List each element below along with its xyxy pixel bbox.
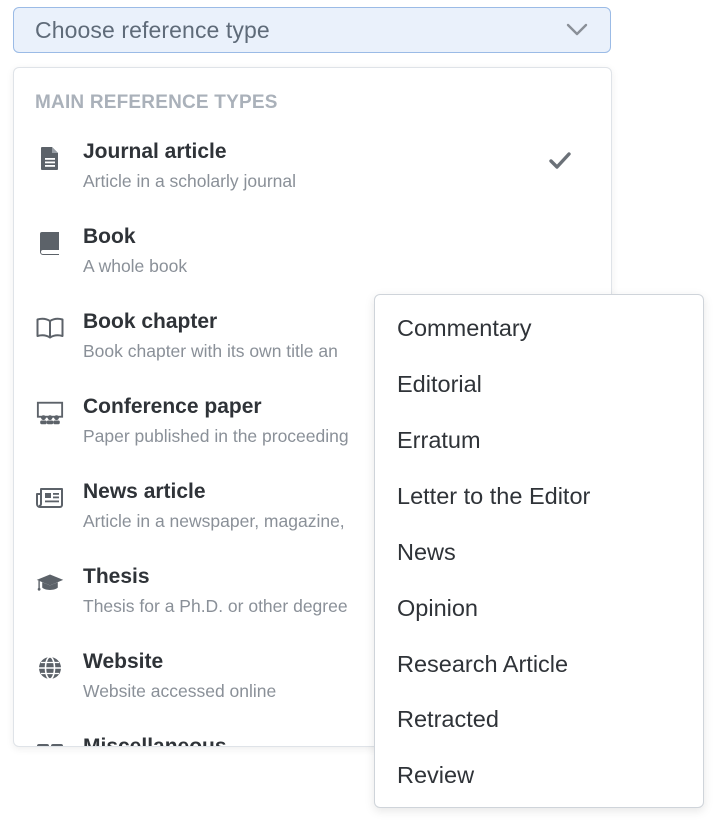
graduation-cap-icon	[36, 569, 64, 597]
ref-item-title: Thesis	[83, 565, 150, 588]
subtype-item-erratum[interactable]: Erratum	[397, 427, 481, 454]
ref-item-title: Conference paper	[83, 395, 262, 418]
ref-item-journal-article[interactable]: Journal article Article in a scholarly j…	[14, 138, 611, 223]
chevron-down-icon	[566, 19, 588, 41]
document-icon	[36, 144, 64, 172]
book-icon	[36, 229, 64, 257]
subtype-item-editorial[interactable]: Editorial	[397, 371, 482, 398]
misc-icon	[36, 739, 64, 746]
newspaper-icon	[36, 484, 64, 512]
reference-type-picker: Choose reference type MAIN REFERENCE TYP…	[0, 0, 725, 830]
ref-item-description: Article in a newspaper, magazine,	[83, 511, 345, 531]
subtype-item-commentary[interactable]: Commentary	[397, 315, 532, 342]
ref-item-description: Paper published in the proceeding	[83, 426, 349, 446]
group-header: MAIN REFERENCE TYPES	[35, 92, 278, 113]
subtype-item-research-article[interactable]: Research Article	[397, 651, 568, 678]
ref-item-title: Book chapter	[83, 310, 218, 333]
subtype-item-news[interactable]: News	[397, 539, 456, 566]
reference-type-select[interactable]: Choose reference type	[13, 7, 611, 53]
ref-item-description: Book chapter with its own title an	[83, 341, 338, 361]
ref-item-description: A whole book	[83, 256, 188, 276]
conference-icon	[36, 399, 64, 427]
subtype-item-opinion[interactable]: Opinion	[397, 595, 478, 622]
globe-icon	[36, 654, 64, 682]
ref-item-description: Article in a scholarly journal	[83, 171, 297, 191]
subtype-item-review[interactable]: Review	[397, 762, 474, 789]
select-placeholder: Choose reference type	[35, 16, 270, 43]
ref-item-title: News article	[83, 480, 206, 503]
subtype-item-retracted[interactable]: Retracted	[397, 706, 499, 733]
ref-item-title: Journal article	[83, 140, 227, 163]
ref-item-title: Book	[83, 225, 136, 248]
ref-item-title: Miscellaneous	[83, 735, 227, 747]
subtype-flyout-menu: Commentary Editorial Erratum Letter to t…	[374, 294, 704, 808]
check-icon	[548, 150, 572, 172]
ref-item-description: Thesis for a Ph.D. or other degree	[83, 596, 348, 616]
ref-item-title: Website	[83, 650, 164, 673]
open-book-icon	[36, 314, 64, 342]
subtype-item-letter-to-the-editor[interactable]: Letter to the Editor	[397, 483, 590, 510]
ref-item-description: Website accessed online	[83, 681, 277, 701]
